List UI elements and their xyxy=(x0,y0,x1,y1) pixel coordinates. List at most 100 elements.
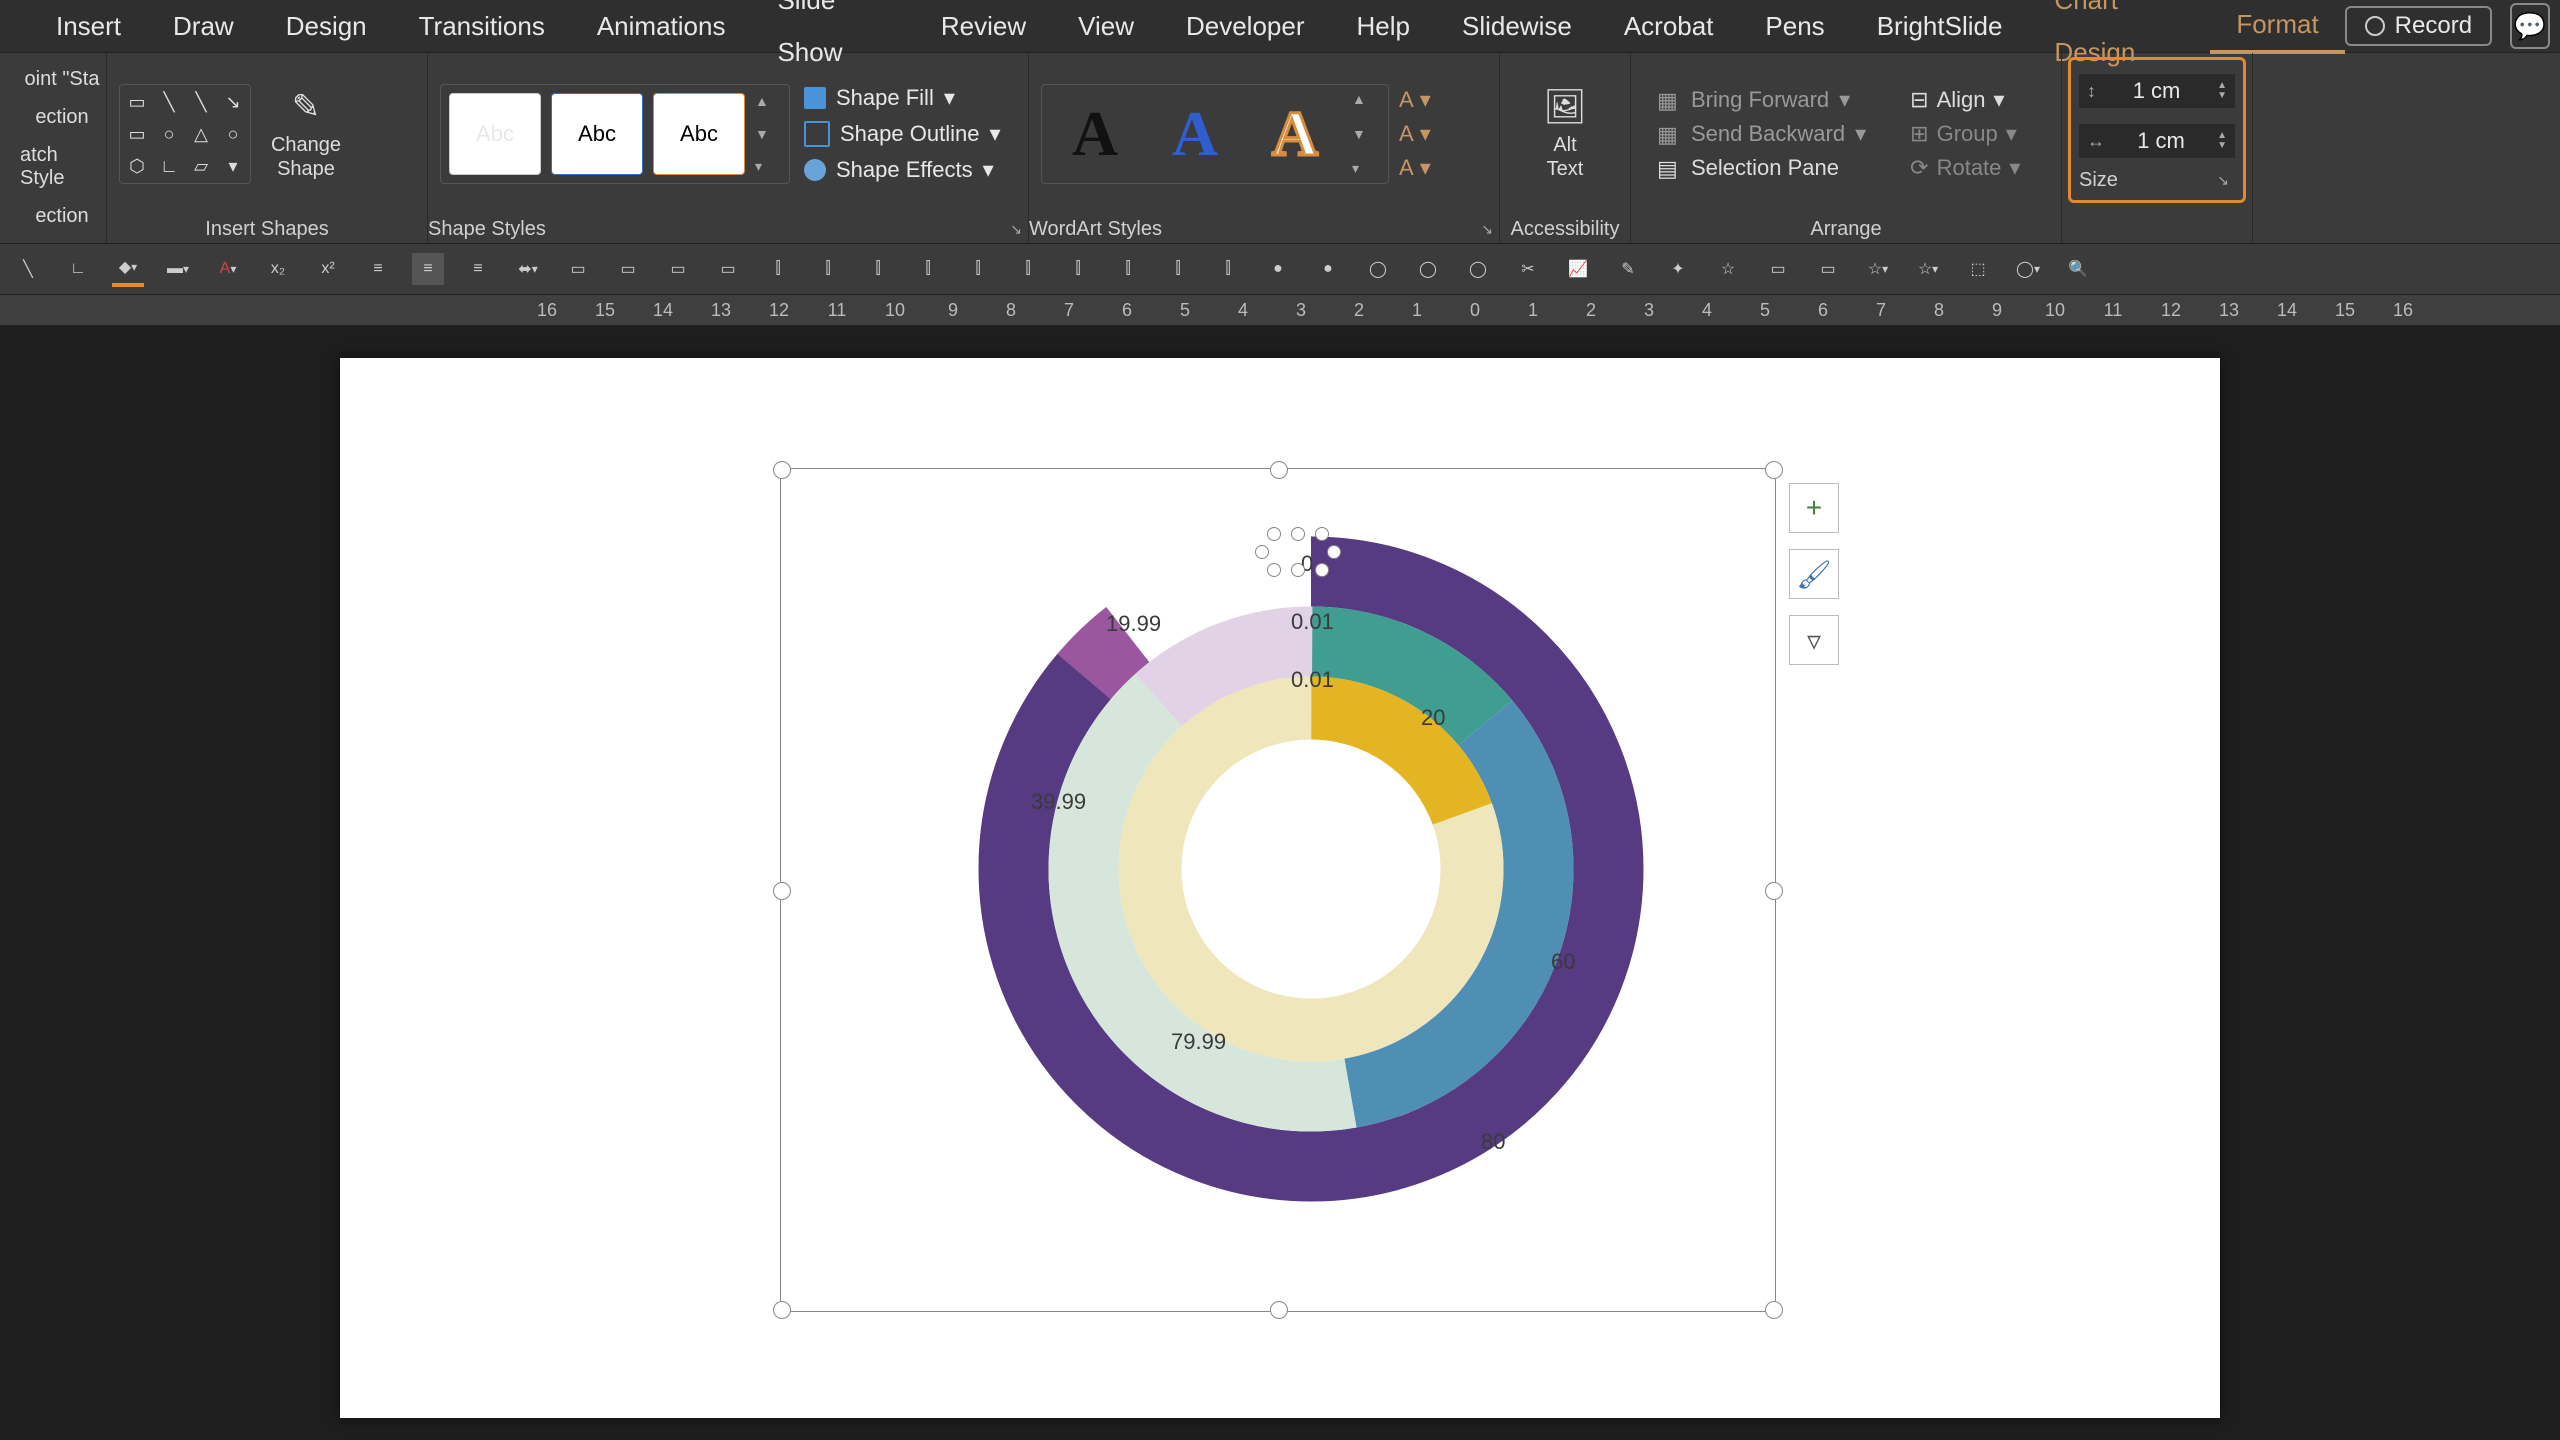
tab-brightslide[interactable]: BrightSlide xyxy=(1851,0,2029,52)
shape-arrow-icon[interactable]: ↘ xyxy=(220,89,246,115)
tab-help[interactable]: Help xyxy=(1331,0,1436,52)
qa-align-center-button[interactable]: ≡ xyxy=(412,253,444,285)
shape-lines-icon[interactable]: ∟ xyxy=(156,153,182,179)
qa-zoom-button[interactable]: 🔍 xyxy=(2062,253,2094,285)
text-effects-button[interactable]: A▾ xyxy=(1399,155,1431,181)
qa-button[interactable]: ⫿ xyxy=(1112,253,1144,285)
shape-style-gallery[interactable]: Abc Abc Abc ▲▼▾ xyxy=(440,84,790,184)
shape-line-icon[interactable]: ╲ xyxy=(156,89,182,115)
wordart-style-1[interactable]: A xyxy=(1052,91,1138,177)
bring-forward-button[interactable]: ▦ Bring Forward▾ xyxy=(1657,87,1866,113)
text-fill-button[interactable]: A▾ xyxy=(1399,87,1431,113)
qa-superscript-button[interactable]: x² xyxy=(312,253,344,285)
shape-outline-button[interactable]: Shape Outline ▾ xyxy=(804,121,1000,147)
qa-button[interactable]: ⬚ xyxy=(1962,253,1994,285)
shape-styles-launcher[interactable]: ↘ xyxy=(1010,221,1028,238)
qa-button[interactable]: ▭ xyxy=(662,253,694,285)
width-spinner[interactable]: ▲▼ xyxy=(2217,131,2227,151)
qa-button[interactable]: ⫿ xyxy=(1162,253,1194,285)
resize-handle[interactable] xyxy=(1765,461,1783,479)
qa-button[interactable]: ◯▾ xyxy=(2012,253,2044,285)
shape-style-2[interactable]: Abc xyxy=(551,93,643,175)
shape-effects-button[interactable]: Shape Effects ▾ xyxy=(804,157,1000,183)
size-launcher[interactable]: ↘ xyxy=(2217,172,2235,189)
qa-button[interactable]: 📈 xyxy=(1562,253,1594,285)
align-button[interactable]: ⊟ Align▾ xyxy=(1910,87,2020,113)
cutoff-item-a[interactable]: oint "Sta xyxy=(17,66,108,93)
qa-button[interactable]: ⫿ xyxy=(1212,253,1244,285)
datapoint-selection[interactable] xyxy=(1267,527,1327,587)
editing-canvas[interactable]: + 🖌 ▿ xyxy=(0,326,2560,1440)
tab-view[interactable]: View xyxy=(1052,0,1160,52)
qa-button[interactable]: ▭ xyxy=(712,253,744,285)
qa-button[interactable]: ∟ xyxy=(62,253,94,285)
qa-circle-icon[interactable]: ◯ xyxy=(1412,253,1444,285)
cutoff-item-d[interactable]: ection xyxy=(27,203,96,230)
wordart-style-2[interactable]: A xyxy=(1152,91,1238,177)
shape-poly-icon[interactable]: ▱ xyxy=(188,153,214,179)
tab-draw[interactable]: Draw xyxy=(147,0,260,52)
qa-spacing-button[interactable]: ⬌▾ xyxy=(512,253,544,285)
rotate-button[interactable]: ⟳ Rotate▾ xyxy=(1910,155,2020,181)
resize-handle[interactable] xyxy=(1765,1301,1783,1319)
qa-align-left-button[interactable]: ≡ xyxy=(362,253,394,285)
qa-button[interactable]: ╲ xyxy=(12,253,44,285)
tab-slidewise[interactable]: Slidewise xyxy=(1436,0,1598,52)
wordart-launcher[interactable]: ↘ xyxy=(1481,221,1499,238)
qa-circle-icon[interactable]: ◯ xyxy=(1462,253,1494,285)
shape-textbox-icon[interactable]: ▭ xyxy=(124,89,150,115)
shape-style-1[interactable]: Abc xyxy=(449,93,541,175)
shape-style-3[interactable]: Abc xyxy=(653,93,745,175)
qa-subscript-button[interactable]: x₂ xyxy=(262,253,294,285)
tab-animations[interactable]: Animations xyxy=(571,0,752,52)
qa-button[interactable]: ▭ xyxy=(562,253,594,285)
resize-handle[interactable] xyxy=(773,461,791,479)
qa-circle-icon[interactable]: ● xyxy=(1312,253,1344,285)
qa-fill-button[interactable]: ◆▾ xyxy=(112,251,144,287)
qa-star-button[interactable]: ☆ xyxy=(1712,253,1744,285)
shape-gallery[interactable]: ▭ ╲ ╲ ↘ ▭ ○ △ ○ ⬡ ∟ ▱ ▾ xyxy=(119,84,251,184)
qa-button[interactable]: ⫿ xyxy=(962,253,994,285)
chart-selection-box[interactable]: + 🖌 ▿ xyxy=(780,468,1776,1312)
qa-button[interactable]: ⫿ xyxy=(1062,253,1094,285)
qa-font-color-button[interactable]: A▾ xyxy=(212,253,244,285)
shape-height-input[interactable]: ↕ 1 cm ▲▼ xyxy=(2079,74,2235,108)
send-backward-button[interactable]: ▦ Send Backward▾ xyxy=(1657,121,1866,147)
qa-button[interactable]: ⫿ xyxy=(862,253,894,285)
change-shape-button[interactable]: ✎ Change Shape xyxy=(251,87,361,182)
qa-circle-icon[interactable]: ◯ xyxy=(1362,253,1394,285)
resize-handle[interactable] xyxy=(773,1301,791,1319)
qa-button[interactable]: ▭ xyxy=(1762,253,1794,285)
qa-button[interactable]: ⫿ xyxy=(762,253,794,285)
wordart-scroll[interactable]: ▲▼▾ xyxy=(1352,91,1378,177)
shape-width-input[interactable]: ↔ 1 cm ▲▼ xyxy=(2079,124,2235,158)
qa-eyedropper-button[interactable]: ✎ xyxy=(1612,253,1644,285)
shape-line2-icon[interactable]: ╲ xyxy=(188,89,214,115)
resize-handle[interactable] xyxy=(1270,1301,1288,1319)
shape-circle-icon[interactable]: ○ xyxy=(220,121,246,147)
text-outline-button[interactable]: A▾ xyxy=(1399,121,1431,147)
qa-color-button[interactable]: ▬▾ xyxy=(162,253,194,285)
alt-text-button[interactable]: 🖼 Alt Text xyxy=(1512,87,1618,182)
qa-crop-button[interactable]: ✂ xyxy=(1512,253,1544,285)
qa-button[interactable]: ⫿ xyxy=(1012,253,1044,285)
resize-handle[interactable] xyxy=(773,882,791,900)
qa-button[interactable]: ⫿ xyxy=(912,253,944,285)
tab-insert[interactable]: Insert xyxy=(30,0,147,52)
shape-more-icon[interactable]: ▾ xyxy=(220,153,246,179)
shape-tri-icon[interactable]: △ xyxy=(188,121,214,147)
qa-button[interactable]: ✦ xyxy=(1662,253,1694,285)
tab-pens[interactable]: Pens xyxy=(1739,0,1850,52)
slide[interactable]: + 🖌 ▿ xyxy=(340,358,2220,1418)
selection-pane-button[interactable]: ▤ Selection Pane xyxy=(1657,155,1866,181)
tab-review[interactable]: Review xyxy=(915,0,1052,52)
qa-button[interactable]: ▭ xyxy=(612,253,644,285)
shape-oval-icon[interactable]: ○ xyxy=(156,121,182,147)
shape-rect-icon[interactable]: ▭ xyxy=(124,121,150,147)
wordart-style-3[interactable]: A xyxy=(1252,91,1338,177)
comments-button[interactable]: 💬 xyxy=(2510,3,2550,49)
qa-star-dropdown[interactable]: ☆▾ xyxy=(1862,253,1894,285)
cutoff-item-b[interactable]: ection xyxy=(27,104,96,131)
qa-circle-icon[interactable]: ● xyxy=(1262,253,1294,285)
qa-button[interactable]: ⫿ xyxy=(812,253,844,285)
